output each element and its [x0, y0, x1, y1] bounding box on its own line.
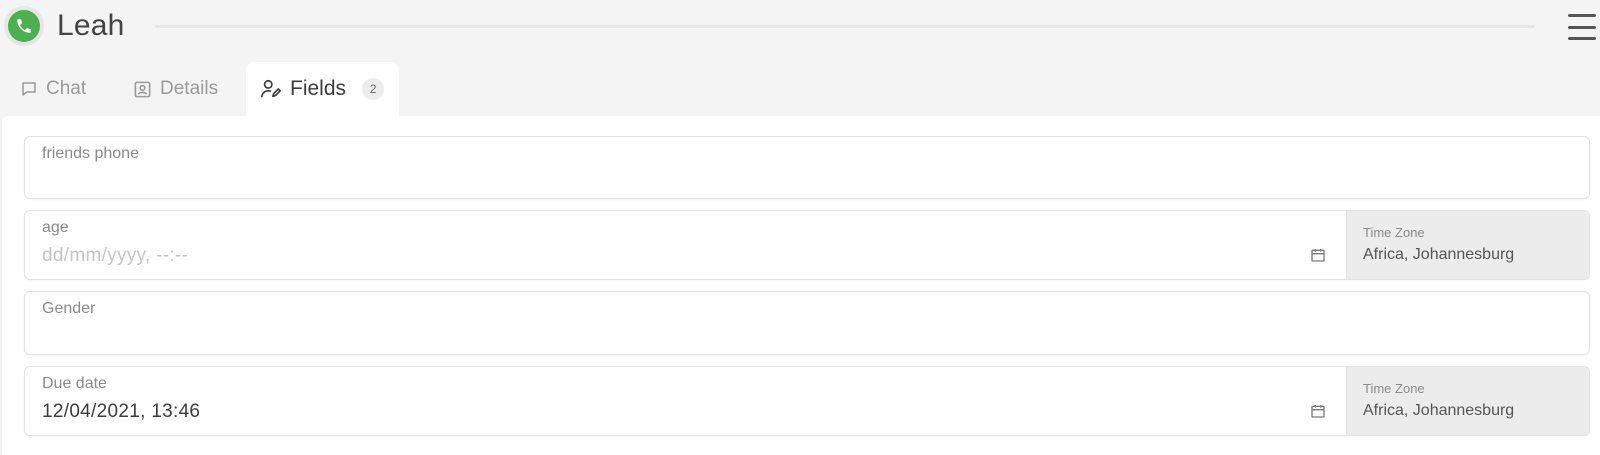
fields-panel: friends phone age dd/mm/yyyy, --:-- Time…: [2, 116, 1600, 455]
contact-name: Leah: [57, 9, 125, 42]
user-edit-icon: [261, 79, 281, 98]
due-date-input[interactable]: 12/04/2021, 13:46: [42, 401, 200, 423]
gender-label: Gender: [42, 300, 96, 317]
age-label: age: [42, 219, 69, 236]
age-input[interactable]: dd/mm/yyyy, --:--: [42, 245, 188, 267]
fields-count-badge: 2: [362, 78, 385, 100]
avatar[interactable]: [4, 6, 44, 46]
age-timezone: Time Zone Africa, Johannesburg: [1346, 211, 1589, 279]
timezone-value: Africa, Johannesburg: [1363, 246, 1515, 263]
timezone-label: Time Zone: [1363, 381, 1425, 396]
header: Leah: [0, 0, 1600, 58]
timezone-value: Africa, Johannesburg: [1363, 402, 1515, 419]
friends-phone-field[interactable]: friends phone: [24, 136, 1590, 199]
tab-bar: Chat Details Fields 2: [0, 62, 1600, 116]
contact-card-icon: [134, 81, 151, 97]
due-date-label: Due date: [42, 375, 107, 392]
header-divider: [155, 25, 1535, 28]
calendar-icon[interactable]: [1310, 403, 1326, 419]
due-date-timezone: Time Zone Africa, Johannesburg: [1346, 367, 1589, 435]
tab-fields-label: Fields: [290, 77, 347, 100]
tab-details-label: Details: [160, 78, 219, 99]
due-date-field[interactable]: Due date 12/04/2021, 13:46 Time Zone Afr…: [24, 366, 1590, 436]
menu-button[interactable]: [1568, 14, 1596, 40]
tab-chat-label: Chat: [46, 78, 87, 99]
calendar-icon[interactable]: [1310, 247, 1326, 263]
tab-chat[interactable]: Chat: [20, 62, 86, 116]
phone-icon: [8, 10, 40, 42]
timezone-label: Time Zone: [1363, 225, 1425, 240]
age-field[interactable]: age dd/mm/yyyy, --:-- Time Zone Africa, …: [24, 210, 1590, 280]
gender-field[interactable]: Gender: [24, 291, 1590, 355]
tab-fields[interactable]: Fields 2: [246, 62, 399, 116]
chat-bubble-icon: [22, 82, 36, 96]
hamburger-icon: [1568, 14, 1596, 17]
tab-details[interactable]: Details: [133, 62, 218, 116]
friends-phone-label: friends phone: [42, 145, 139, 162]
